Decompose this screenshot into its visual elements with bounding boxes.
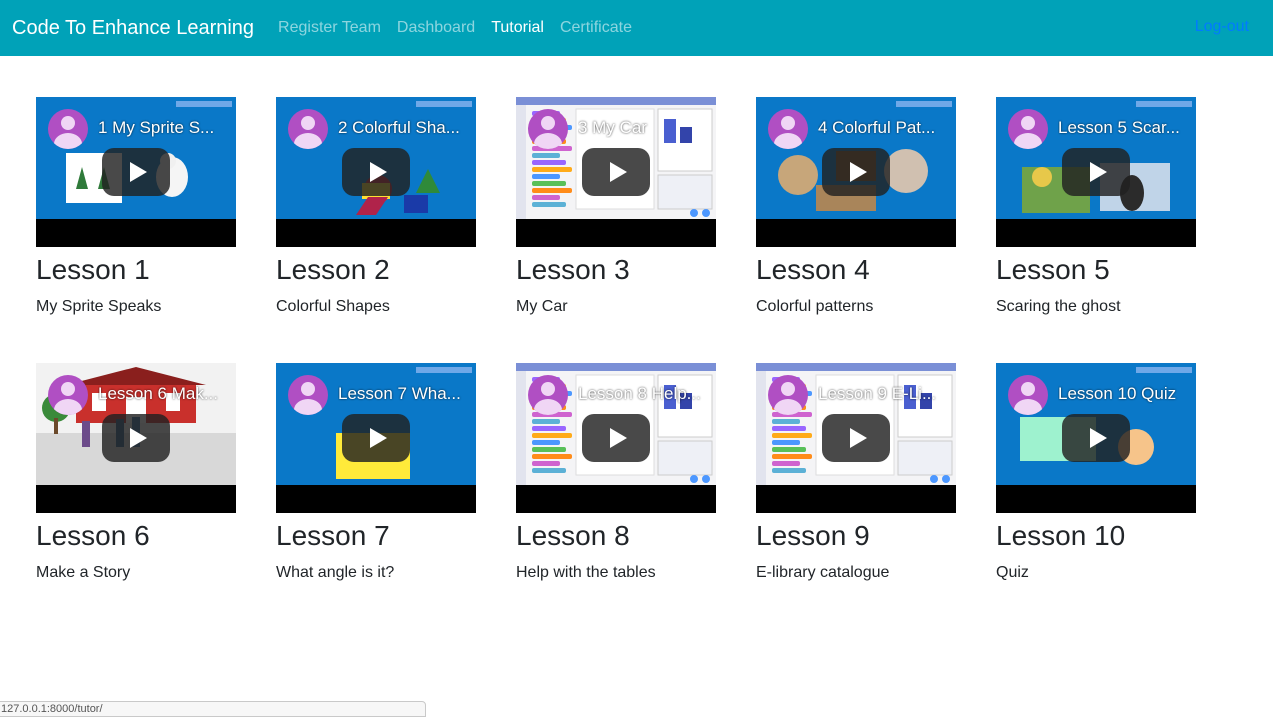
video-player[interactable]: Lesson 6 Mak... [36,363,236,513]
video-player[interactable]: 2 Colorful Sha... [276,97,476,247]
lesson-subtitle: Quiz [996,564,1029,581]
user-avatar-icon[interactable] [288,109,328,149]
brand-link[interactable]: Code To Enhance Learning [12,17,254,40]
lesson-title: Lesson 7 [276,520,390,551]
top-navbar: Code To Enhance Learning Register Team D… [0,0,1273,56]
video-player[interactable]: 4 Colorful Pat... [756,97,956,247]
video-title[interactable]: 1 My Sprite S... [98,118,232,138]
nav-tutorial[interactable]: Tutorial [491,19,544,37]
nav-dashboard[interactable]: Dashboard [397,19,475,37]
video-title[interactable]: 2 Colorful Sha... [338,118,472,138]
play-icon [849,162,867,182]
play-button[interactable] [1062,414,1130,462]
video-title[interactable]: 4 Colorful Pat... [818,118,952,138]
play-icon [129,428,147,448]
user-avatar-icon[interactable] [48,375,88,415]
lesson-title: Lesson 3 [516,254,630,285]
play-button[interactable] [342,414,410,462]
play-button[interactable] [822,414,890,462]
status-url-bar: 127.0.0.1:8000/tutor/ [0,701,426,717]
video-title[interactable]: Lesson 7 Wha... [338,384,472,404]
lesson-title: Lesson 5 [996,254,1110,285]
video-player[interactable]: Lesson 9 E-Li... [756,363,956,513]
lesson-title: Lesson 8 [516,520,630,551]
play-icon [369,428,387,448]
user-avatar-icon[interactable] [288,375,328,415]
lesson-subtitle: My Sprite Speaks [36,298,162,315]
video-title[interactable]: Lesson 9 E-Li... [818,384,952,404]
play-button[interactable] [102,148,170,196]
nav-register-team[interactable]: Register Team [278,19,381,37]
lesson-subtitle: Scaring the ghost [996,298,1121,315]
play-icon [129,162,147,182]
nav-certificate[interactable]: Certificate [560,19,632,37]
play-button[interactable] [582,414,650,462]
play-icon [1089,162,1107,182]
video-player[interactable]: Lesson 5 Scar... [996,97,1196,247]
lesson-subtitle: Colorful Shapes [276,298,390,315]
play-button[interactable] [582,148,650,196]
lesson-subtitle: E-library catalogue [756,564,890,581]
video-title[interactable]: Lesson 6 Mak... [98,384,232,404]
lesson-title: Lesson 10 [996,520,1126,551]
play-icon [849,428,867,448]
play-icon [1089,428,1107,448]
play-button[interactable] [342,148,410,196]
lesson-subtitle: Help with the tables [516,564,656,581]
video-player[interactable]: Lesson 7 Wha... [276,363,476,513]
lesson-subtitle: What angle is it? [276,564,395,581]
play-icon [609,428,627,448]
lesson-card: 3 My Car Lesson 3 My Car [516,97,716,317]
lesson-card: 2 Colorful Sha... Lesson 2 Colorful Shapes [276,97,476,317]
play-button[interactable] [822,148,890,196]
lesson-subtitle: Make a Story [36,564,131,581]
lesson-title: Lesson 4 [756,254,870,285]
lesson-card: Lesson 10 Quiz Lesson 10 Quiz [996,363,1196,583]
user-avatar-icon[interactable] [48,109,88,149]
user-avatar-icon[interactable] [1008,375,1048,415]
video-title[interactable]: Lesson 8 Help... [578,384,712,404]
user-avatar-icon[interactable] [528,109,568,149]
play-button[interactable] [102,414,170,462]
user-avatar-icon[interactable] [1008,109,1048,149]
lesson-subtitle: My Car [516,298,568,315]
video-player[interactable]: Lesson 8 Help... [516,363,716,513]
lesson-card: Lesson 7 Wha... Lesson 7 What angle is it? [276,363,476,583]
lesson-card: 1 My Sprite S... Lesson 1 My Sprite Speaks [36,97,236,317]
play-icon [609,162,627,182]
logout-link[interactable]: Log-out [1195,18,1249,36]
lesson-title: Lesson 1 [36,254,150,285]
user-avatar-icon[interactable] [528,375,568,415]
video-player[interactable]: 3 My Car [516,97,716,247]
video-title[interactable]: 3 My Car [578,118,712,138]
lesson-card: Lesson 6 Mak... Lesson 6 Make a Story [36,363,236,583]
video-player[interactable]: Lesson 10 Quiz [996,363,1196,513]
user-avatar-icon[interactable] [768,375,808,415]
lesson-title: Lesson 9 [756,520,870,551]
lesson-card: Lesson 8 Help... Lesson 8 Help with the ta… [516,363,716,583]
lesson-title: Lesson 2 [276,254,390,285]
play-icon [369,162,387,182]
lesson-subtitle: Colorful patterns [756,298,874,315]
video-title[interactable]: Lesson 5 Scar... [1058,118,1192,138]
lesson-card: Lesson 9 E-Li... Lesson 9 E-library catalo… [756,363,956,583]
video-title[interactable]: Lesson 10 Quiz [1058,384,1192,404]
lesson-grid: 1 My Sprite S... Lesson 1 My Sprite Speaks… [36,97,1236,583]
play-button[interactable] [1062,148,1130,196]
video-player[interactable]: 1 My Sprite S... [36,97,236,247]
lesson-title: Lesson 6 [36,520,150,551]
lesson-card: Lesson 5 Scar... Lesson 5 Scaring the ghos… [996,97,1196,317]
lesson-card: 4 Colorful Pat... Lesson 4 Colorful patter… [756,97,956,317]
user-avatar-icon[interactable] [768,109,808,149]
